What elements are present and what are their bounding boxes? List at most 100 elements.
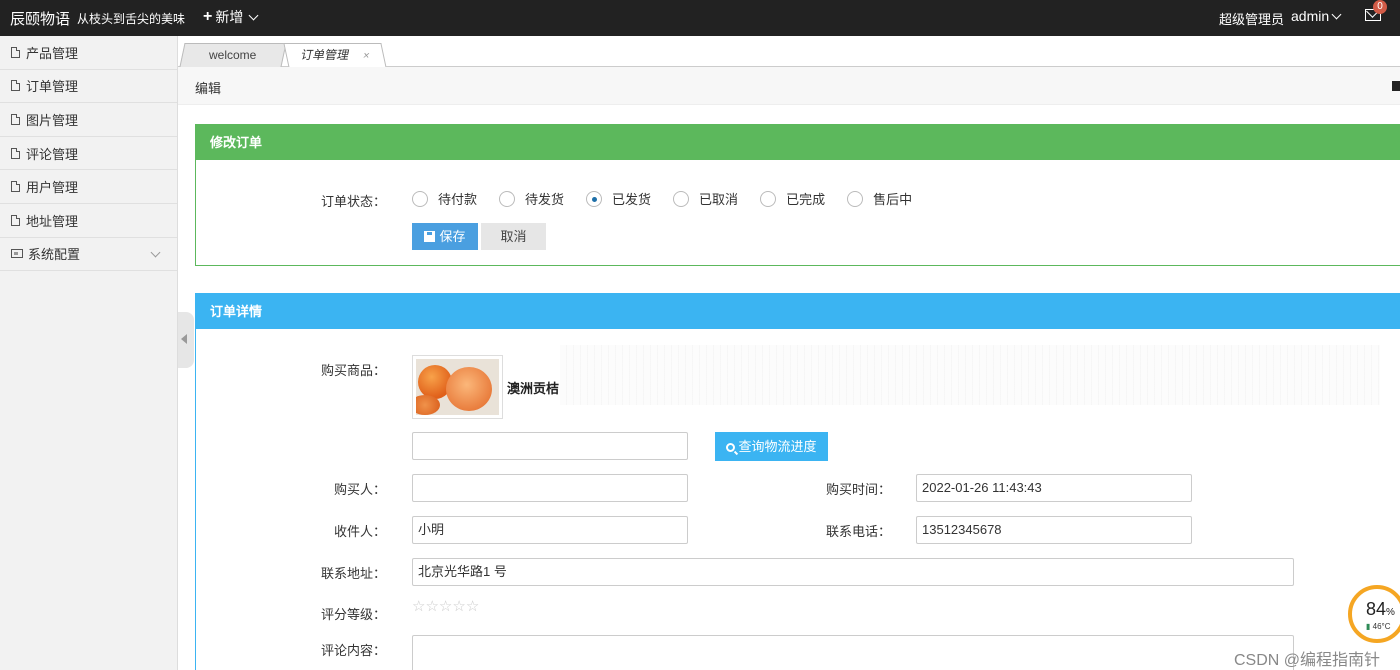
radio-label: 已完成 <box>786 192 826 207</box>
user-role: 超级管理员 <box>1219 12 1285 27</box>
plus-icon: + <box>203 8 213 25</box>
fullscreen-icon[interactable] <box>1392 81 1400 91</box>
sidebar-item-users[interactable]: 用户管理 <box>0 170 177 204</box>
save-button[interactable]: 保存 <box>412 223 478 250</box>
settings-panel-icon <box>11 249 23 259</box>
sidebar-item-products[interactable]: 产品管理 <box>0 36 177 70</box>
order-status-label: 订单状态： <box>321 194 387 209</box>
star-icon[interactable]: ☆ <box>439 599 452 614</box>
status-radio-completed[interactable]: 已完成 <box>760 189 825 208</box>
system-monitor-gauge[interactable]: 84% ▮ 46°C <box>1348 585 1400 643</box>
brand-tagline: 从枝头到舌尖的美味 <box>77 12 186 26</box>
sidebar-item-label: 用户管理 <box>26 180 79 196</box>
sidebar-item-label: 系统配置 <box>28 247 81 263</box>
radio-button[interactable] <box>847 190 864 207</box>
panel-title: 订单详情 <box>196 294 1400 329</box>
add-new-dropdown[interactable]: + 新增 <box>203 7 261 27</box>
star-icon[interactable]: ☆ <box>425 599 438 614</box>
rating-label: 评分等级： <box>321 607 387 622</box>
order-status-radio-group: 待付款 待发货 已发货 已取消 已完成 售后中 <box>412 189 934 208</box>
mail-count-badge: 0 <box>1373 0 1387 14</box>
purchase-time-label: 购买时间： <box>826 482 892 497</box>
star-icon[interactable]: ☆ <box>452 599 465 614</box>
tab-bar: welcome 订单管理 × <box>178 36 1400 68</box>
radio-button[interactable] <box>412 190 428 207</box>
status-radio-after-sales[interactable]: 售后中 <box>847 189 912 208</box>
star-icon[interactable]: ☆ <box>412 599 425 614</box>
document-icon <box>11 80 20 92</box>
document-icon <box>11 46 20 58</box>
radio-label: 已发货 <box>612 192 652 207</box>
product-name: 澳洲贡桔 <box>507 381 560 396</box>
sidebar-item-label: 订单管理 <box>26 79 79 95</box>
background-pattern <box>560 345 1380 405</box>
phone-input[interactable]: 13512345678 <box>916 516 1192 544</box>
chevron-down-icon <box>248 10 259 21</box>
user-menu[interactable]: admin <box>1291 8 1344 24</box>
tab-order-management[interactable]: 订单管理 × <box>283 43 387 68</box>
radio-button[interactable] <box>673 190 690 207</box>
radio-button[interactable] <box>760 190 777 207</box>
radio-button[interactable] <box>499 190 516 207</box>
sidebar-item-images[interactable]: 图片管理 <box>0 103 177 137</box>
status-radio-cancelled[interactable]: 已取消 <box>673 189 738 208</box>
thermometer-icon: ▮ <box>1366 622 1371 631</box>
radio-label: 待付款 <box>438 192 478 207</box>
track-button-label: 查询物流进度 <box>738 439 817 454</box>
radio-label: 待发货 <box>525 192 565 207</box>
tab-label: welcome <box>209 48 257 62</box>
chevron-down-icon <box>150 247 161 258</box>
document-icon <box>11 113 20 125</box>
track-logistics-button[interactable]: 查询物流进度 <box>715 432 828 461</box>
status-radio-shipped[interactable]: 已发货 <box>586 189 651 208</box>
brand-logo[interactable]: 辰颐物语 <box>10 8 70 29</box>
radio-label: 售后中 <box>873 192 913 207</box>
panel-title: 修改订单 <box>196 125 1400 160</box>
radio-label: 已取消 <box>699 192 739 207</box>
sidebar-item-addresses[interactable]: 地址管理 <box>0 204 177 238</box>
sidebar-item-label: 图片管理 <box>26 112 79 128</box>
tab-label: 订单管理 <box>299 48 351 62</box>
comment-textarea[interactable] <box>412 635 1294 670</box>
sidebar-item-label: 地址管理 <box>26 213 79 229</box>
buyer-input[interactable] <box>412 474 688 502</box>
radio-button-selected[interactable] <box>586 190 603 207</box>
document-icon <box>11 147 20 159</box>
star-rating[interactable]: ☆ ☆ ☆ ☆ ☆ <box>412 599 479 614</box>
receiver-input[interactable]: 小明 <box>412 516 688 544</box>
buyer-label: 购买人： <box>334 482 387 497</box>
star-icon[interactable]: ☆ <box>466 599 479 614</box>
sidebar: 产品管理 订单管理 图片管理 评论管理 用户管理 地址管理 系统配置 <box>0 36 178 670</box>
comment-label: 评论内容： <box>321 643 387 658</box>
status-radio-pending-shipment[interactable]: 待发货 <box>499 189 564 208</box>
add-new-label: 新增 <box>215 9 244 25</box>
address-input[interactable]: 北京光华路1 号 <box>412 558 1294 586</box>
gauge-value: 84% <box>1366 599 1395 619</box>
tab-welcome[interactable]: welcome <box>179 43 287 67</box>
receiver-label: 收件人： <box>334 524 387 539</box>
breadcrumb-bar: 编辑 <box>178 67 1400 105</box>
sidebar-item-comments[interactable]: 评论管理 <box>0 137 177 171</box>
sidebar-collapse-handle[interactable] <box>178 312 194 368</box>
cancel-button[interactable]: 取消 <box>481 223 546 250</box>
document-icon <box>11 214 20 226</box>
breadcrumb: 编辑 <box>195 81 222 96</box>
sidebar-item-system-config[interactable]: 系统配置 <box>0 238 177 272</box>
search-icon <box>726 443 736 452</box>
top-navbar: 辰颐物语 从枝头到舌尖的美味 + 新增 超级管理员 admin 0 <box>0 0 1400 36</box>
purchase-time-input[interactable]: 2022-01-26 11:43:43 <box>916 474 1192 502</box>
watermark: CSDN @编程指南针 <box>1234 652 1381 669</box>
phone-label: 联系电话： <box>826 524 892 539</box>
sidebar-item-label: 评论管理 <box>26 146 79 162</box>
temperature-readout: ▮ 46°C <box>1366 622 1391 631</box>
save-button-label: 保存 <box>439 229 466 244</box>
status-radio-pending-payment[interactable]: 待付款 <box>412 189 477 208</box>
orange-photo <box>416 359 499 415</box>
username: admin <box>1291 8 1330 24</box>
sidebar-item-orders[interactable]: 订单管理 <box>0 70 177 104</box>
tracking-number-input[interactable] <box>412 432 688 460</box>
product-label: 购买商品： <box>321 363 387 378</box>
product-image[interactable] <box>412 355 503 419</box>
address-label: 联系地址： <box>321 566 387 581</box>
close-icon[interactable]: × <box>360 45 371 67</box>
